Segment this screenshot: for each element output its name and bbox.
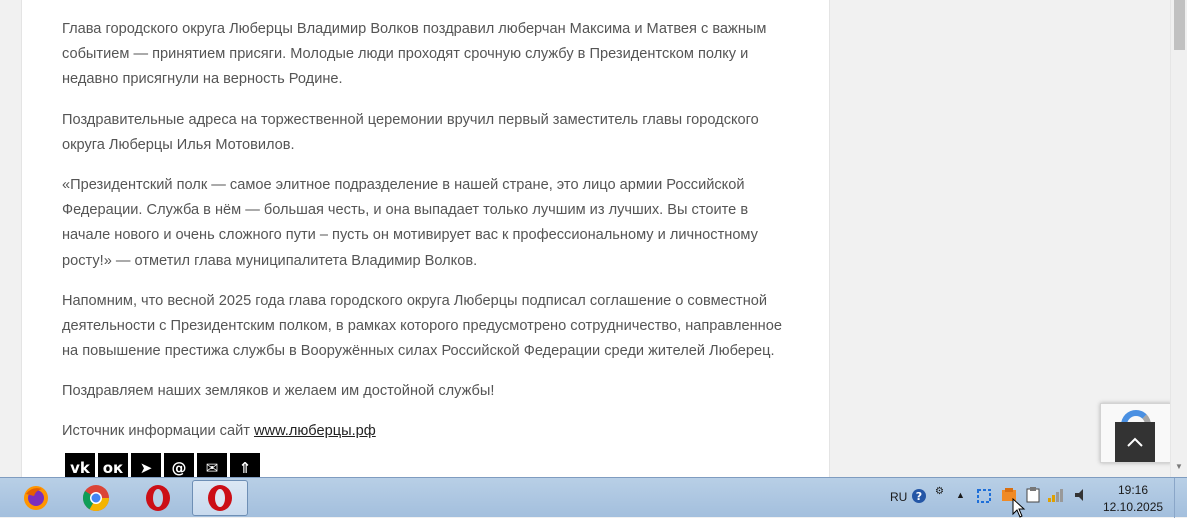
share-buttons: vk ок ➤ @ ✉ ⇑ xyxy=(65,453,260,477)
telegram-icon[interactable]: ➤ xyxy=(131,453,161,477)
screen-capture-icon[interactable] xyxy=(976,488,992,507)
show-desktop-button[interactable] xyxy=(1174,478,1187,518)
article-paragraph: «Президентский полк — самое элитное подр… xyxy=(62,177,758,269)
scrollbar-thumb[interactable] xyxy=(1174,0,1185,50)
network-signal-icon[interactable] xyxy=(1048,488,1066,505)
odnoklassniki-icon[interactable]: ок xyxy=(98,453,128,477)
article-paragraph: Напомним, что весной 2025 года глава гор… xyxy=(62,293,782,360)
article-paragraph: Поздравляем наших земляков и желаем им д… xyxy=(62,383,495,399)
opera-icon xyxy=(146,485,170,511)
taskbar-app-opera[interactable] xyxy=(130,480,186,516)
opera-icon xyxy=(208,485,232,511)
article-paragraph: Глава городского округа Люберцы Владимир… xyxy=(62,21,767,88)
clock-time[interactable]: 19:16 xyxy=(1108,483,1158,497)
article-body: Глава городского округа Люберцы Владимир… xyxy=(21,0,830,477)
svg-text:?: ? xyxy=(916,490,922,503)
input-settings-icon[interactable]: ⚙ xyxy=(935,486,944,497)
source-link[interactable]: www.люберцы.рф xyxy=(254,423,376,439)
article-paragraph: Поздравительные адреса на торжественной … xyxy=(62,112,759,154)
source-prefix: Источник информации сайт xyxy=(62,423,254,439)
language-indicator[interactable]: RU xyxy=(890,490,907,504)
taskbar-app-opera-active[interactable] xyxy=(192,480,248,516)
taskbar-app-chrome[interactable] xyxy=(68,480,124,516)
show-hidden-icons-arrow-icon[interactable]: ▲ xyxy=(956,490,965,500)
mail-ru-icon[interactable]: @ xyxy=(164,453,194,477)
taskbar: RU ? ⚙ ▲ 19:16 12.10.2025 xyxy=(0,477,1187,518)
help-icon[interactable]: ? xyxy=(911,488,927,507)
taskbar-app-firefox[interactable] xyxy=(8,480,64,516)
browser-viewport: Глава городского округа Люберцы Владимир… xyxy=(0,0,1187,477)
firefox-icon xyxy=(24,486,48,510)
scroll-down-arrow-icon[interactable]: ▼ xyxy=(1175,462,1183,471)
page-scrollbar[interactable]: ▼ xyxy=(1170,0,1187,477)
chrome-icon xyxy=(82,485,110,512)
clipboard-icon[interactable] xyxy=(1026,487,1040,506)
vk-icon[interactable]: vk xyxy=(65,453,95,477)
source-line: Источник информации сайт www.люберцы.рф xyxy=(62,419,790,444)
mouse-cursor-icon xyxy=(1012,498,1026,518)
scroll-to-top-button[interactable] xyxy=(1115,422,1155,462)
volume-icon[interactable] xyxy=(1074,488,1088,505)
more-share-icon[interactable]: ⇑ xyxy=(230,453,260,477)
clock-date[interactable]: 12.10.2025 xyxy=(1103,500,1163,514)
chevron-up-icon xyxy=(1127,437,1143,447)
email-icon[interactable]: ✉ xyxy=(197,453,227,477)
